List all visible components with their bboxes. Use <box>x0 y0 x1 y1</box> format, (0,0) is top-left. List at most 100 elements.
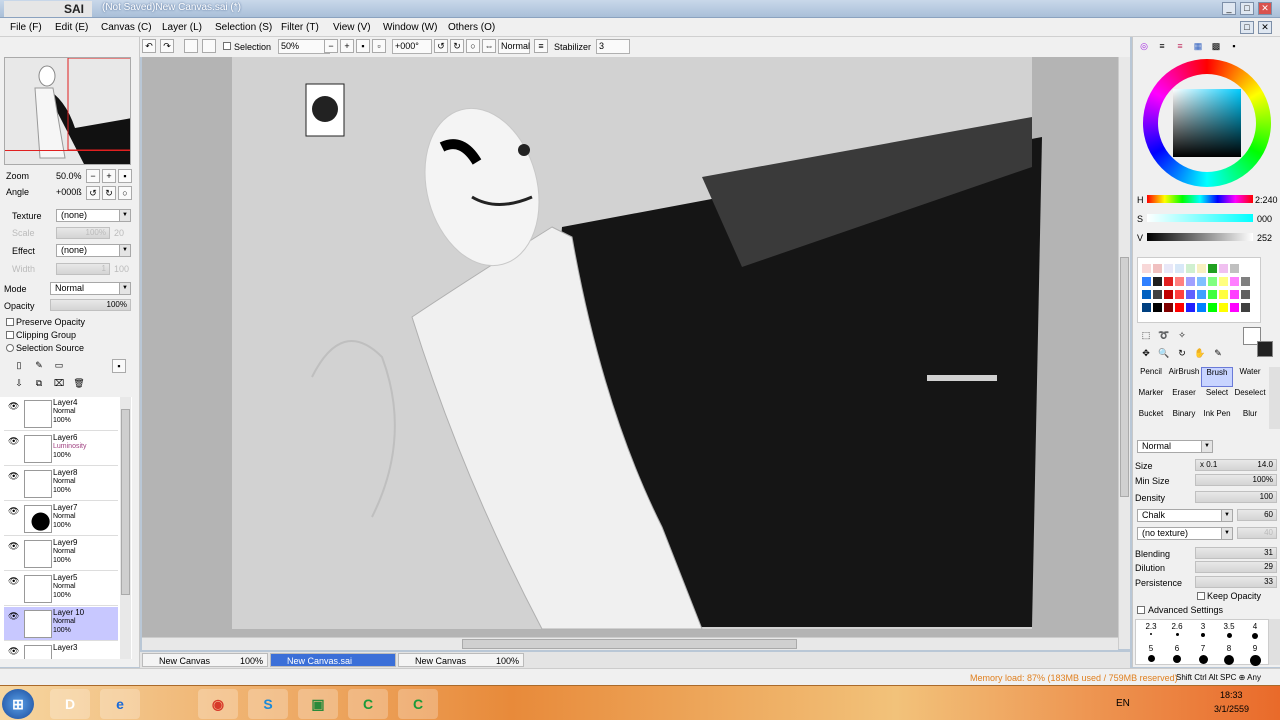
color-swatch[interactable] <box>1175 290 1184 299</box>
zoom-fit-icon[interactable]: ▫ <box>372 39 386 53</box>
color-swatch[interactable] <box>1175 264 1184 273</box>
size-preset[interactable]: 9 <box>1244 644 1266 666</box>
deselect-icon[interactable] <box>184 39 198 53</box>
menu-view[interactable]: View (V) <box>333 22 371 33</box>
minimize-button[interactable]: _ <box>1222 2 1236 15</box>
selection-source-checkbox[interactable] <box>6 344 14 352</box>
nav-zoom-reset-icon[interactable]: ▪ <box>118 169 132 183</box>
nav-rotate-left-icon[interactable]: ↺ <box>86 186 100 200</box>
color-swatch[interactable] <box>1230 303 1239 312</box>
tab-new-canvas[interactable]: New Canvas 100% <box>142 653 268 667</box>
color-swatch[interactable] <box>1186 277 1195 286</box>
layer-item[interactable]: 👁 Layer7 Normal 100% <box>4 502 118 536</box>
zoom-in-icon[interactable]: + <box>340 39 354 53</box>
color-swatch[interactable] <box>1186 290 1195 299</box>
chrome-icon[interactable]: ◉ <box>198 689 238 719</box>
tool-binary[interactable]: Binary <box>1168 409 1200 429</box>
eye-icon[interactable]: 👁 <box>8 436 20 446</box>
hand-icon[interactable]: ✋ <box>1193 347 1207 361</box>
lasso-icon[interactable]: ➰ <box>1157 329 1171 343</box>
invert-icon[interactable] <box>202 39 216 53</box>
blending-slider[interactable]: 31 <box>1195 547 1277 559</box>
copy-layer-icon[interactable]: ⧉ <box>32 377 46 391</box>
advanced-settings-checkbox[interactable] <box>1137 606 1145 614</box>
navigator-preview[interactable] <box>4 57 131 165</box>
brush-texture-dropdown[interactable]: (no texture) ▼ <box>1137 527 1233 540</box>
tool-bucket[interactable]: Bucket <box>1135 409 1167 429</box>
eye-icon[interactable]: 👁 <box>8 646 20 656</box>
saturation-slider[interactable] <box>1147 214 1253 222</box>
mode-menu-icon[interactable]: ≡ <box>534 39 548 53</box>
new-layer-icon[interactable]: ▯ <box>12 359 26 373</box>
size-preset-scrollbar[interactable] <box>1269 619 1280 665</box>
zoom-reset-icon[interactable]: ▪ <box>356 39 370 53</box>
layer-item[interactable]: 👁 Layer4 Normal 100% <box>4 397 118 431</box>
drawing-canvas[interactable] <box>142 57 1118 637</box>
layer-item[interactable]: 👁 Layer5 Normal 100% <box>4 572 118 606</box>
layer-panel-menu-icon[interactable]: ▪ <box>112 359 126 373</box>
color-swatch[interactable] <box>1208 303 1217 312</box>
tool-select[interactable]: Select <box>1201 388 1233 408</box>
texture-scale-slider[interactable]: 100% <box>56 227 110 239</box>
rotate-right-icon[interactable]: ↻ <box>450 39 464 53</box>
mdi-close-button[interactable]: ✕ <box>1258 21 1272 34</box>
color-swatch[interactable] <box>1186 303 1195 312</box>
eye-icon[interactable]: 👁 <box>8 576 20 586</box>
persistence-slider[interactable]: 33 <box>1195 576 1277 588</box>
tool-eraser[interactable]: Eraser <box>1168 388 1200 408</box>
menu-file[interactable]: File (F) <box>10 22 42 33</box>
color-swatch[interactable] <box>1197 290 1206 299</box>
layer-scrollbar[interactable] <box>120 397 131 659</box>
color-swatch[interactable] <box>1197 303 1206 312</box>
layer-scroll-thumb[interactable] <box>121 409 130 595</box>
color-swatch[interactable] <box>1219 303 1228 312</box>
density-slider[interactable]: 100 <box>1195 491 1277 503</box>
vertical-scroll-thumb[interactable] <box>1120 257 1129 497</box>
eye-icon[interactable]: 👁 <box>8 401 20 411</box>
new-folder-icon[interactable]: ▭ <box>52 359 66 373</box>
color-swatch[interactable] <box>1142 264 1151 273</box>
view-mode-dropdown[interactable]: Normal <box>498 39 530 54</box>
color-swatch[interactable] <box>1230 277 1239 286</box>
menu-selection[interactable]: Selection (S) <box>215 22 272 33</box>
swatch-grid[interactable] <box>1137 257 1261 323</box>
nav-zoom-out-icon[interactable]: − <box>86 169 100 183</box>
selection-checkbox[interactable] <box>223 42 231 50</box>
color-swatch[interactable] <box>1175 303 1184 312</box>
tool-deselect[interactable]: Deselect <box>1234 388 1266 408</box>
color-swatch[interactable] <box>1153 303 1162 312</box>
maximize-button[interactable]: □ <box>1240 2 1254 15</box>
camtasia-icon[interactable]: C <box>348 689 388 719</box>
size-preset[interactable]: 3.5 <box>1218 622 1240 642</box>
rotate-left-icon[interactable]: ↺ <box>434 39 448 53</box>
menu-layer[interactable]: Layer (L) <box>162 22 202 33</box>
clear-layer-icon[interactable]: ⌧ <box>52 377 66 391</box>
saturation-value-square[interactable] <box>1173 89 1241 157</box>
color-wheel-tab-icon[interactable]: ◎ <box>1137 40 1151 54</box>
keep-opacity-checkbox[interactable] <box>1197 592 1205 600</box>
delete-layer-icon[interactable]: 🗑 <box>72 377 86 391</box>
hue-wheel[interactable] <box>1143 59 1271 187</box>
scratchpad-tab-icon[interactable]: ▩ <box>1209 40 1223 54</box>
nav-rotate-reset-icon[interactable]: ○ <box>118 186 132 200</box>
color-swatch[interactable] <box>1230 290 1239 299</box>
clipping-group-checkbox[interactable] <box>6 331 14 339</box>
flip-icon[interactable]: ⇔ <box>482 39 496 53</box>
taskbar-app-icon[interactable]: D <box>50 689 90 719</box>
nav-zoom-in-icon[interactable]: + <box>102 169 116 183</box>
eye-icon[interactable]: 👁 <box>8 506 20 516</box>
effect-dropdown[interactable]: (none) ▼ <box>56 244 131 257</box>
texture-dropdown[interactable]: (none) ▼ <box>56 209 131 222</box>
color-swatch[interactable] <box>1197 264 1206 273</box>
color-swatch[interactable] <box>1175 277 1184 286</box>
tab-new-canvas-2[interactable]: New Canvas 100% <box>398 653 524 667</box>
stabilizer-dropdown[interactable]: 3 <box>596 39 630 54</box>
size-preset[interactable]: 6 <box>1166 644 1188 664</box>
color-swatch[interactable] <box>1153 290 1162 299</box>
hsv-sliders-tab-icon[interactable]: ≡ <box>1173 40 1187 54</box>
size-preset[interactable]: 7 <box>1192 644 1214 664</box>
brush-texture-strength[interactable]: 40 <box>1237 527 1277 539</box>
size-preset[interactable]: 3 <box>1192 622 1214 642</box>
rgb-sliders-tab-icon[interactable]: ≡ <box>1155 40 1169 54</box>
min-size-slider[interactable]: 100% <box>1195 474 1277 486</box>
